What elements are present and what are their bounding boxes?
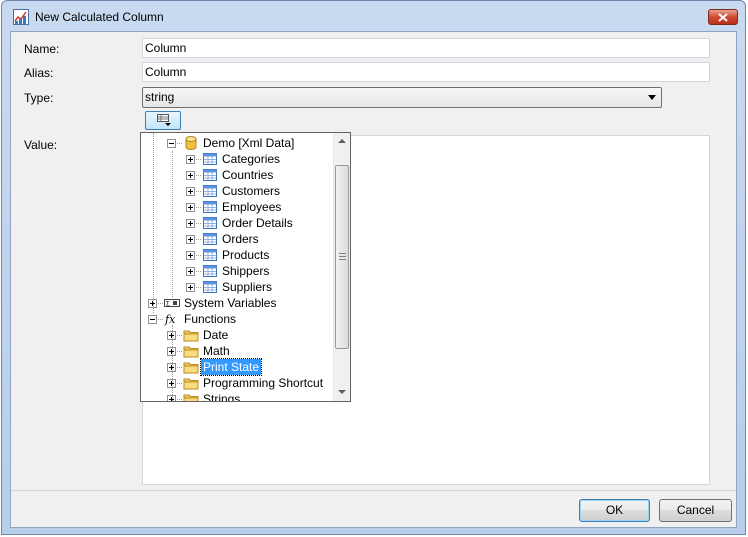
tree-node-label: Shippers (222, 264, 270, 278)
collapse-minus-icon[interactable] (148, 315, 157, 324)
tree-node[interactable]: Customers (141, 183, 334, 199)
svg-text:Σ: Σ (166, 301, 170, 308)
tree-node-label: Customers (222, 184, 281, 198)
tree-vertical-scrollbar[interactable] (333, 133, 350, 401)
tree-node[interactable]: Countries (141, 167, 334, 183)
close-icon (718, 13, 728, 22)
alias-label: Alias: (24, 66, 54, 80)
table-icon (203, 217, 217, 229)
folder-icon (183, 378, 199, 390)
svg-text:fx: fx (164, 313, 176, 326)
data-tree-popup: Demo [Xml Data] Categories Countries Custom… (140, 132, 351, 402)
expand-plus-icon[interactable] (186, 251, 195, 260)
table-icon (203, 281, 217, 293)
scroll-up-arrow-icon[interactable] (334, 133, 350, 150)
expand-plus-icon[interactable] (186, 171, 195, 180)
folder-icon (183, 330, 199, 342)
folder-icon (183, 362, 199, 374)
tree-guide-line (172, 325, 173, 401)
tree-node[interactable]: Suppliers (141, 279, 334, 295)
cancel-button[interactable]: Cancel (659, 499, 732, 522)
tree-node-label: Demo [Xml Data] (203, 136, 295, 150)
type-select-value: string (145, 90, 175, 104)
tree-node-label: Functions (184, 312, 237, 326)
dialog-window: New Calculated Column Name: Column Alias… (1, 0, 746, 535)
expand-plus-icon[interactable] (186, 187, 195, 196)
collapse-minus-icon[interactable] (167, 139, 176, 148)
tree-node[interactable]: Strings (141, 391, 334, 402)
button-separator (11, 490, 736, 491)
tree-node[interactable]: Programming Shortcut (141, 375, 334, 391)
type-select[interactable]: string (142, 87, 662, 108)
tree-node-label: Strings (203, 392, 241, 402)
database-icon (185, 136, 197, 150)
tree-node[interactable]: Order Details (141, 215, 334, 231)
tree-guide-line (153, 133, 154, 313)
tree-node-label: Order Details (222, 216, 293, 230)
system-variables-icon: Σ (164, 299, 180, 308)
table-icon (203, 249, 217, 261)
tree-node[interactable]: Math (141, 343, 334, 359)
alias-field[interactable]: Column (142, 62, 710, 82)
table-icon (203, 265, 217, 277)
folder-icon (183, 346, 199, 358)
close-button[interactable] (708, 9, 738, 25)
name-label: Name: (24, 42, 60, 56)
chevron-down-icon[interactable] (648, 95, 656, 100)
data-source-dropdown-icon (157, 114, 171, 126)
tree-node-label: Products (222, 248, 270, 262)
tree-node[interactable]: Shippers (141, 263, 334, 279)
expand-plus-icon[interactable] (186, 267, 195, 276)
dialog-body: Name: Column Alias: Column Type: string … (10, 31, 737, 528)
value-label: Value: (24, 138, 58, 152)
tree-node-label: Math (203, 344, 230, 358)
table-icon (203, 233, 217, 245)
tree-node[interactable]: Date (141, 327, 334, 343)
expand-plus-icon[interactable] (186, 235, 195, 244)
tree-node[interactable]: Orders (141, 231, 334, 247)
window-title: New Calculated Column (35, 10, 164, 24)
tree-node[interactable]: Demo [Xml Data] (141, 135, 334, 151)
table-icon (203, 169, 217, 181)
tree-node-label: Orders (222, 232, 259, 246)
tree-node[interactable]: fx Functions (141, 311, 334, 327)
tree-node[interactable]: Employees (141, 199, 334, 215)
tree-node-label: Suppliers (222, 280, 273, 294)
scroll-thumb[interactable] (335, 165, 349, 349)
type-label: Type: (24, 91, 54, 105)
data-tree-button[interactable] (145, 111, 181, 130)
tree-node-label: Categories (222, 152, 281, 166)
report-designer-icon (13, 9, 29, 25)
tree-node[interactable]: Σ System Variables (141, 295, 334, 311)
table-icon (203, 185, 217, 197)
tree-node[interactable]: Print State (141, 358, 334, 376)
expand-plus-icon[interactable] (186, 283, 195, 292)
scroll-down-arrow-icon[interactable] (334, 384, 350, 401)
tree-guide-line (172, 151, 173, 297)
expand-plus-icon[interactable] (186, 219, 195, 228)
name-field[interactable]: Column (142, 38, 710, 58)
tree-node-label: Date (203, 328, 229, 342)
title-bar[interactable]: New Calculated Column (2, 1, 745, 33)
tree-node-label: Countries (222, 168, 274, 182)
tree-node[interactable]: Categories (141, 151, 334, 167)
expand-plus-icon[interactable] (186, 155, 195, 164)
folder-icon (183, 394, 199, 401)
expand-plus-icon[interactable] (186, 203, 195, 212)
ok-button[interactable]: OK (579, 499, 650, 522)
tree-node-label: System Variables (184, 296, 277, 310)
tree-node-label: Employees (222, 200, 282, 214)
tree-node[interactable]: Products (141, 247, 334, 263)
table-icon (203, 201, 217, 213)
table-icon (203, 153, 217, 165)
tree-node-label: Print State (199, 358, 263, 376)
tree-node-label: Programming Shortcut (203, 376, 324, 390)
